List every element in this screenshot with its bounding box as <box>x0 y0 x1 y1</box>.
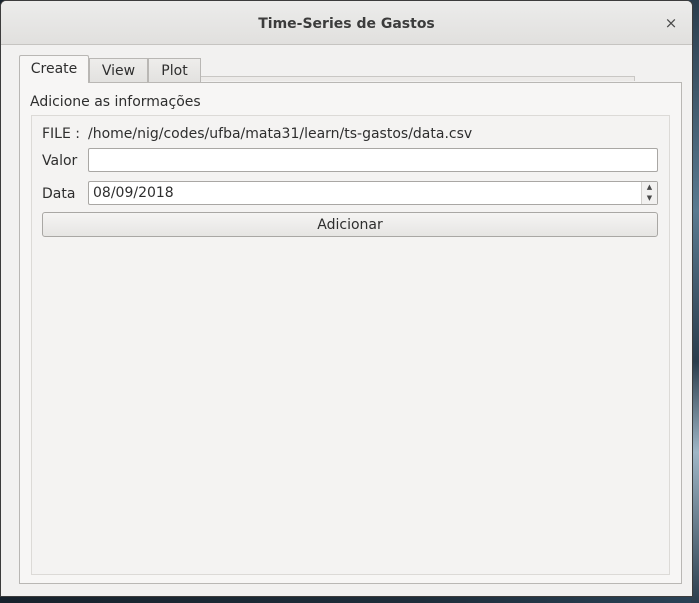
tab-plot[interactable]: Plot <box>148 58 201 83</box>
data-label: Data <box>42 186 76 202</box>
app-window: Time-Series de Gastos × Create View Plot… <box>0 0 693 597</box>
tab-bar: Create View Plot <box>19 55 682 83</box>
date-spinbox-buttons: ▲ ▼ <box>641 182 657 204</box>
data-date-value[interactable]: 08/09/2018 <box>93 185 174 201</box>
chevron-up-icon[interactable]: ▲ <box>642 182 657 193</box>
data-date-input[interactable]: 08/09/2018 ▲ ▼ <box>88 181 658 205</box>
group-title: Adicione as informações <box>30 94 201 110</box>
valor-input[interactable] <box>88 148 658 172</box>
add-button[interactable]: Adicionar <box>42 212 658 237</box>
file-label: FILE : <box>42 126 80 142</box>
valor-label: Valor <box>42 153 78 169</box>
chevron-down-icon[interactable]: ▼ <box>642 193 657 204</box>
tab-create[interactable]: Create <box>19 55 89 83</box>
title-bar[interactable]: Time-Series de Gastos × <box>1 1 692 45</box>
desktop-background: Time-Series de Gastos × Create View Plot… <box>0 0 699 603</box>
tab-view[interactable]: View <box>89 58 148 83</box>
close-icon[interactable]: × <box>662 14 680 32</box>
window-title: Time-Series de Gastos <box>258 16 435 32</box>
info-group-box: FILE : /home/nig/codes/ufba/mata31/learn… <box>31 115 670 575</box>
tab-widget: Create View Plot Adicione as informações… <box>19 55 682 584</box>
file-path-value: /home/nig/codes/ufba/mata31/learn/ts-gas… <box>88 126 473 142</box>
tab-bar-divider <box>201 76 635 81</box>
create-tab-panel: Adicione as informações FILE : /home/nig… <box>19 82 682 584</box>
